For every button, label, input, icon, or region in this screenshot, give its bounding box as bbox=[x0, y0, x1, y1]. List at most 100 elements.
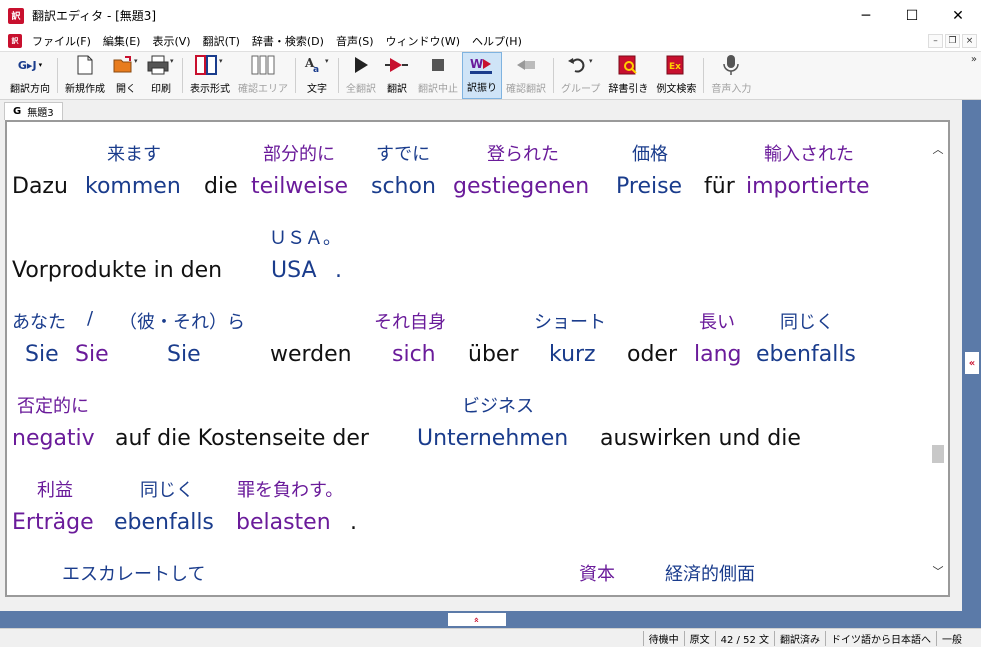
close-button[interactable]: ✕ bbox=[935, 0, 981, 31]
translate-button[interactable]: 翻訳 bbox=[380, 52, 414, 99]
mdi-minimize-button[interactable]: – bbox=[928, 34, 943, 48]
source-word[interactable]: Erträge bbox=[12, 510, 94, 535]
dictionary-lookup-button[interactable]: 辞書引き bbox=[604, 52, 652, 99]
stop-translation-button[interactable]: 翻訳中止 bbox=[414, 52, 462, 99]
voice-label: 音声入力 bbox=[711, 84, 752, 95]
toolbar-overflow-button[interactable]: » bbox=[971, 54, 977, 65]
scroll-up-icon[interactable]: ︿ bbox=[931, 142, 945, 156]
vertical-scrollbar[interactable]: ︿ ﹀ bbox=[928, 122, 948, 595]
menu-edit[interactable]: 編集(E) bbox=[97, 33, 147, 49]
document-editor[interactable]: 来ます 部分的に すでに 登られた 価格 輸入された Dazu kommen die teilwe… bbox=[7, 122, 930, 595]
menu-file[interactable]: ファイル(F) bbox=[26, 33, 97, 49]
expand-panel-icon[interactable]: « bbox=[965, 352, 979, 374]
source-word[interactable]: die bbox=[204, 174, 238, 199]
new-document-button[interactable]: 新規作成 bbox=[61, 52, 109, 99]
menu-help[interactable]: ヘルプ(H) bbox=[466, 33, 528, 49]
source-word[interactable]: ebenfalls bbox=[114, 510, 214, 535]
view-format-button[interactable]: ▾ 表示形式 bbox=[186, 52, 234, 99]
source-word[interactable]: negativ bbox=[12, 426, 95, 451]
furigana-button[interactable]: W 訳振り bbox=[462, 52, 502, 99]
menu-translate[interactable]: 翻訳(T) bbox=[197, 33, 246, 49]
translation-word[interactable]: ＵＳＡ。 bbox=[269, 224, 341, 250]
translation-word[interactable]: 価格 bbox=[632, 140, 668, 166]
source-word[interactable]: schon bbox=[371, 174, 436, 199]
source-word[interactable]: auf die Kostenseite der bbox=[115, 426, 369, 451]
translation-word[interactable]: 来ます bbox=[107, 140, 161, 166]
source-word[interactable]: sich bbox=[392, 342, 436, 367]
translation-word[interactable]: ビジネス bbox=[462, 392, 534, 418]
translation-word[interactable]: あなた bbox=[12, 308, 66, 334]
source-word[interactable]: importierte bbox=[746, 174, 870, 199]
group-button[interactable]: ▾ グループ bbox=[557, 52, 604, 99]
translation-word[interactable]: 資本 bbox=[579, 560, 615, 586]
translation-word[interactable]: 同じく bbox=[140, 476, 194, 502]
translation-word[interactable]: エスカレートして bbox=[62, 560, 205, 586]
document-type-icon: G bbox=[13, 106, 22, 117]
confirm-area-label: 確認エリア bbox=[238, 84, 288, 95]
translation-word[interactable]: それ自身 bbox=[374, 308, 446, 334]
source-word[interactable]: über bbox=[468, 342, 519, 367]
example-search-button[interactable]: Ex 例文検索 bbox=[652, 52, 700, 99]
direction-icon: G▸J ▾ bbox=[17, 58, 43, 72]
menu-view[interactable]: 表示(V) bbox=[146, 33, 196, 49]
translation-word[interactable]: 罪を負わす。 bbox=[237, 476, 343, 502]
source-word[interactable]: Dazu bbox=[12, 174, 68, 199]
scroll-down-icon[interactable]: ﹀ bbox=[931, 564, 945, 578]
minimize-button[interactable]: ─ bbox=[843, 0, 889, 31]
source-word[interactable]: belasten bbox=[236, 510, 331, 535]
source-word[interactable]: gestiegenen bbox=[453, 174, 589, 199]
source-word[interactable]: Sie bbox=[25, 342, 59, 367]
source-word[interactable]: ebenfalls bbox=[756, 342, 856, 367]
tab-document[interactable]: G 無題3 bbox=[4, 102, 63, 120]
translation-word[interactable]: 利益 bbox=[37, 476, 73, 502]
source-word[interactable]: USA bbox=[271, 258, 317, 283]
source-word[interactable]: . bbox=[350, 510, 357, 535]
menu-window[interactable]: ウィンドウ(W) bbox=[380, 33, 466, 49]
font-button[interactable]: Aa ▾ 文字 bbox=[299, 52, 335, 99]
status-state: 待機中 bbox=[642, 630, 684, 646]
open-button[interactable]: ▾ 開く bbox=[109, 52, 143, 99]
source-word[interactable]: für bbox=[704, 174, 735, 199]
source-word[interactable]: kurz bbox=[549, 342, 596, 367]
confirm-translation-button[interactable]: 確認翻訳 bbox=[502, 52, 550, 99]
source-word[interactable]: werden bbox=[270, 342, 352, 367]
translation-word[interactable]: 同じく bbox=[780, 308, 834, 334]
source-word[interactable]: Vorprodukte in den bbox=[12, 258, 222, 283]
translation-word[interactable]: 輸入された bbox=[764, 140, 854, 166]
translation-word[interactable]: ショート bbox=[534, 308, 606, 334]
source-word[interactable]: auswirken und die bbox=[600, 426, 801, 451]
source-word[interactable]: kommen bbox=[85, 174, 181, 199]
translation-word[interactable]: 長い bbox=[699, 308, 735, 334]
open-folder-icon: ▾ bbox=[113, 53, 139, 77]
translation-word[interactable]: 経済的側面 bbox=[665, 560, 755, 586]
source-word[interactable]: oder bbox=[627, 342, 677, 367]
translation-word[interactable]: 部分的に bbox=[263, 140, 335, 166]
confirm-area-button[interactable]: 確認エリア bbox=[234, 52, 292, 99]
menu-voice[interactable]: 音声(S) bbox=[330, 33, 380, 49]
source-word[interactable]: Sie bbox=[167, 342, 201, 367]
translation-word[interactable]: 否定的に bbox=[17, 392, 89, 418]
mdi-close-button[interactable]: × bbox=[962, 34, 977, 48]
expand-bottom-panel-icon[interactable]: » bbox=[448, 613, 506, 626]
resize-grip[interactable] bbox=[967, 631, 981, 646]
translation-word[interactable]: （彼・それ）ら bbox=[119, 308, 245, 334]
translation-word[interactable]: 登られた bbox=[487, 140, 559, 166]
source-word[interactable]: . bbox=[335, 258, 342, 283]
document-icon[interactable]: 訳 bbox=[8, 34, 22, 48]
mdi-restore-button[interactable]: ❐ bbox=[945, 34, 960, 48]
source-word[interactable]: Sie bbox=[75, 342, 109, 367]
maximize-button[interactable]: ☐ bbox=[889, 0, 935, 31]
menu-dictionary[interactable]: 辞書・検索(D) bbox=[246, 33, 330, 49]
voice-input-button[interactable]: 音声入力 bbox=[707, 52, 755, 99]
source-word[interactable]: Unternehmen bbox=[417, 426, 568, 451]
dictionary-label: 辞書引き bbox=[608, 84, 649, 95]
source-word[interactable]: teilweise bbox=[251, 174, 348, 199]
scroll-thumb[interactable] bbox=[932, 445, 944, 463]
translation-word[interactable]: すでに bbox=[376, 140, 430, 166]
print-button[interactable]: ▾ 印刷 bbox=[143, 52, 179, 99]
translation-direction-button[interactable]: G▸J ▾ 翻訳方向 bbox=[6, 52, 54, 99]
translation-word[interactable]: / bbox=[87, 308, 93, 329]
translate-all-button[interactable]: 全翻訳 bbox=[342, 52, 380, 99]
source-word[interactable]: lang bbox=[694, 342, 742, 367]
source-word[interactable]: Preise bbox=[616, 174, 682, 199]
